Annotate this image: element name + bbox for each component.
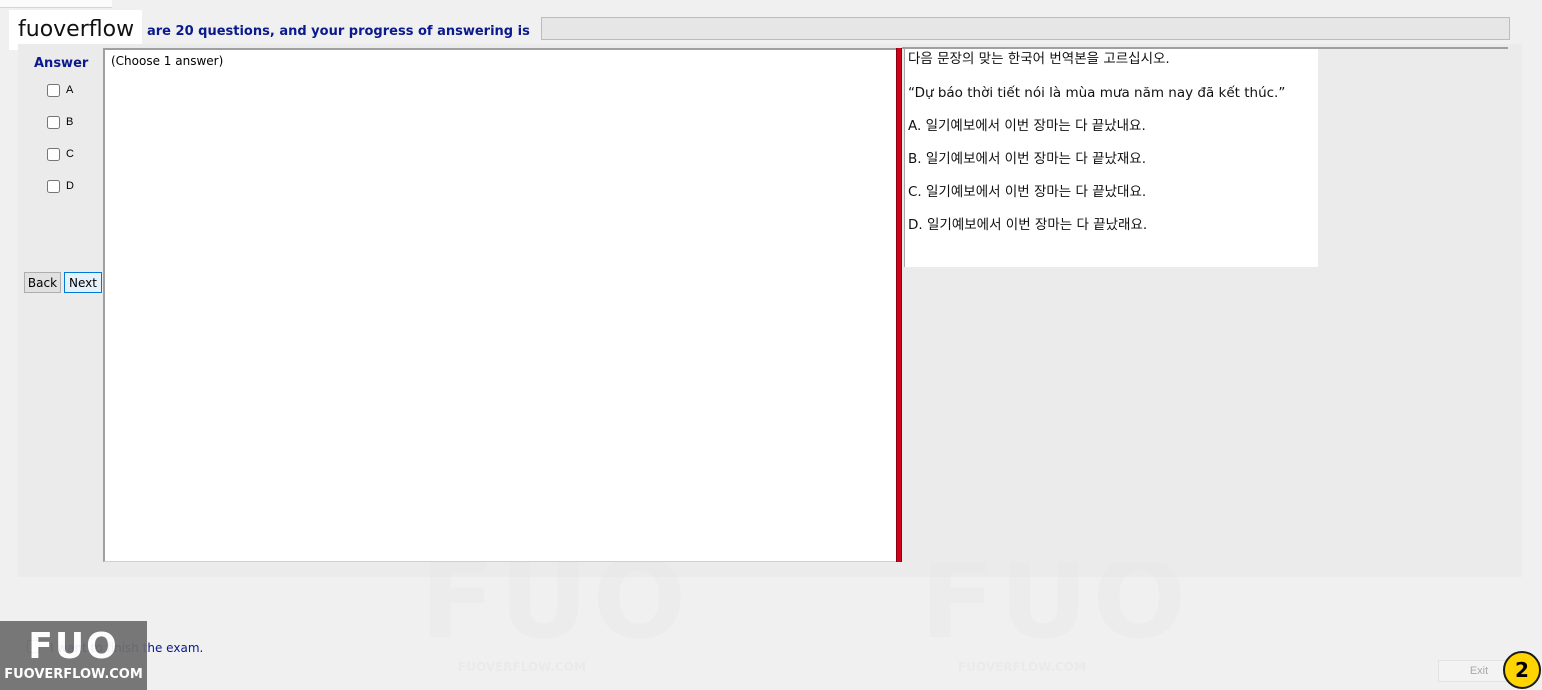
- option-c-checkbox[interactable]: [47, 147, 60, 161]
- option-d[interactable]: D: [47, 178, 74, 194]
- fuo-site: FUOVERFLOW.COM: [4, 667, 143, 682]
- option-a[interactable]: A: [47, 82, 73, 98]
- answer-area: [103, 48, 896, 562]
- option-d-label: D: [66, 180, 74, 192]
- progress-text: are 20 questions, and your progress of a…: [147, 24, 530, 39]
- back-button[interactable]: Back: [24, 272, 61, 293]
- watermark-site: FUOVERFLOW.COM: [458, 660, 586, 674]
- option-d-checkbox[interactable]: [47, 179, 60, 193]
- fuo-watermark-badge: FUO FUOVERFLOW.COM: [0, 621, 147, 690]
- answer-header: Answer: [34, 56, 89, 71]
- fuo-logo: FUO: [28, 626, 119, 667]
- top-tab-strip: [0, 0, 112, 8]
- step-number-badge: 2: [1503, 651, 1541, 689]
- choose-note: (Choose 1 answer): [111, 54, 224, 68]
- question-panel: 다음 문장의 맞는 한국어 번역본을 고르십시오. “Dự báo thời t…: [904, 49, 1318, 267]
- progress-bar: [541, 17, 1510, 40]
- watermark-site: FUOVERFLOW.COM: [958, 660, 1086, 674]
- question-sentence: “Dự báo thời tiết nói là mùa mưa năm nay…: [908, 85, 1286, 101]
- question-choice-c: C. 일기예보에서 이번 장마는 다 끝났대요.: [908, 184, 1147, 200]
- question-choice-a: A. 일기예보에서 이번 장마는 다 끝났내요.: [908, 118, 1146, 134]
- option-b[interactable]: B: [47, 114, 73, 130]
- option-b-checkbox[interactable]: [47, 115, 60, 129]
- option-c[interactable]: C: [47, 146, 74, 162]
- question-choice-d: D. 일기예보에서 이번 장마는 다 끝났래요.: [908, 217, 1148, 233]
- option-a-checkbox[interactable]: [47, 83, 60, 97]
- option-b-label: B: [66, 116, 74, 128]
- option-a-label: A: [66, 84, 74, 96]
- question-prompt: 다음 문장의 맞는 한국어 번역본을 고르십시오.: [908, 51, 1170, 67]
- next-button[interactable]: Next: [64, 272, 102, 293]
- option-c-label: C: [66, 148, 74, 160]
- question-choice-b: B. 일기예보에서 이번 장마는 다 끝났재요.: [908, 151, 1147, 167]
